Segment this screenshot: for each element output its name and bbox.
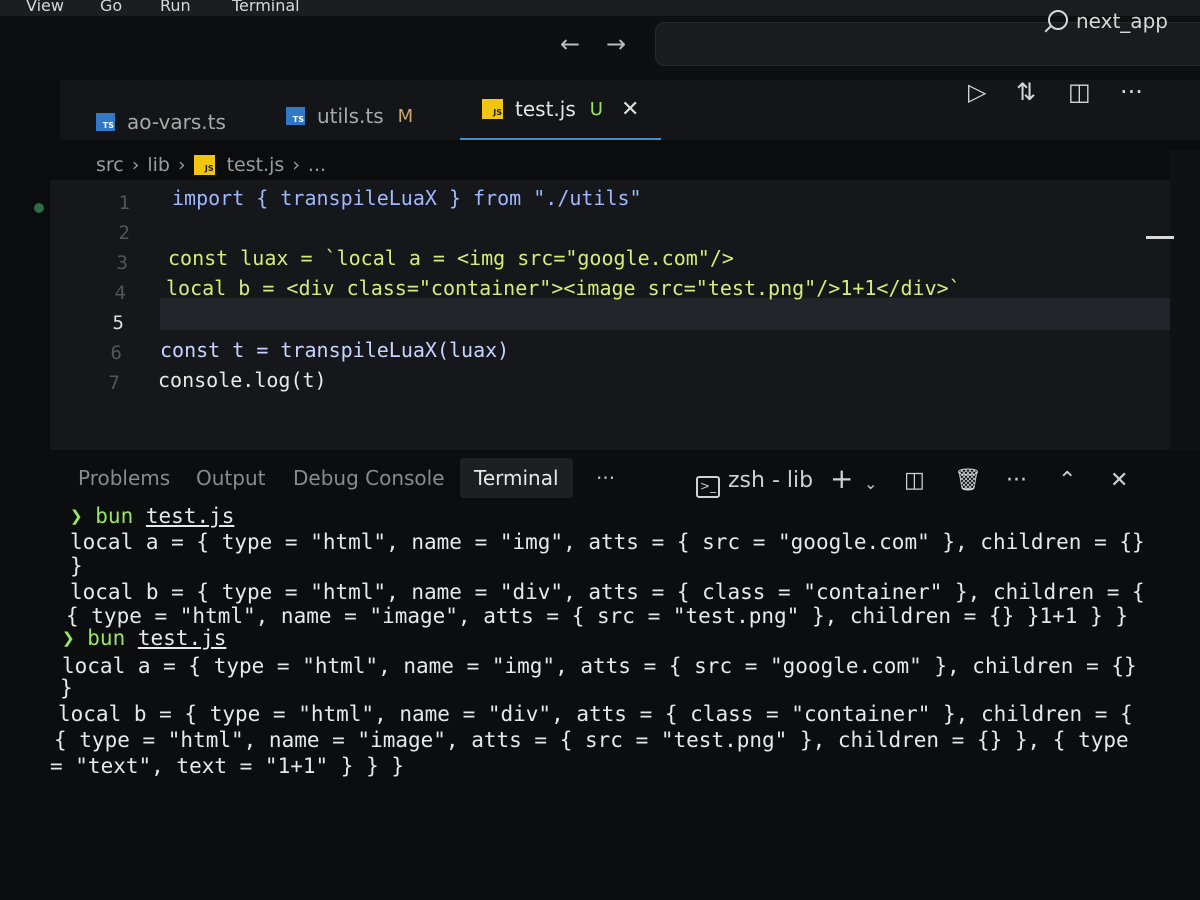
tab-label: utils.ts (317, 104, 384, 128)
line-number: 7 (108, 372, 120, 394)
terminal-name: zsh - lib (728, 468, 814, 493)
chevron-right-icon: › (131, 154, 140, 176)
tab-ao-vars[interactable]: TS ao-vars.ts (96, 92, 226, 152)
split-terminal-icon[interactable]: ◫ (904, 468, 925, 493)
terminal-line: local b = { type = "html", name = "div",… (58, 702, 1133, 726)
terminal-line: ❯ bun test.js (70, 504, 235, 528)
tab-label: test.js (515, 97, 576, 121)
tab-test-js[interactable]: JS test.js U ✕ (460, 80, 662, 140)
terminal-line: local b = { type = "html", name = "div",… (70, 580, 1145, 604)
terminal-line: local a = { type = "html", name = "img",… (62, 654, 1137, 678)
terminal-line: } (70, 554, 83, 578)
breadcrumb: src › lib › JS test.js › ... (96, 154, 326, 176)
terminal-line: { type = "html", name = "image", atts = … (54, 728, 1129, 752)
tab-output[interactable]: Output (196, 466, 265, 490)
breadcrumb-file[interactable]: test.js (227, 154, 285, 176)
command-center[interactable]: next_app (1048, 8, 1168, 33)
javascript-file-icon: JS (193, 155, 215, 175)
menu-bar: View Go Run Terminal (0, 0, 1200, 16)
more-actions-icon[interactable]: ··· (1120, 78, 1143, 106)
code-line-4: local b = <div class="container"><image … (166, 276, 961, 300)
tab-label: ao-vars.ts (127, 110, 226, 134)
terminal-line: { type = "html", name = "image", atts = … (66, 604, 1129, 628)
tab-problems[interactable]: Problems (78, 466, 170, 490)
panel-more-icon[interactable]: ··· (596, 466, 615, 490)
tab-utils[interactable]: TS utils.ts M (286, 86, 413, 146)
code-line-7: console.log(t) (158, 368, 327, 392)
line-number: 4 (114, 282, 126, 304)
typescript-file-icon: TS (96, 113, 115, 131)
line-number: 5 (112, 312, 124, 334)
back-arrow-icon[interactable]: ← (560, 30, 580, 58)
line-number: 3 (116, 252, 128, 274)
breadcrumb-src[interactable]: src (96, 154, 124, 176)
split-editor-icon[interactable]: ◫ (1068, 78, 1091, 106)
minimap-marker (1146, 236, 1174, 239)
typescript-file-icon: TS (286, 107, 305, 125)
trash-icon[interactable]: 🗑 (954, 468, 982, 493)
app-name: next_app (1076, 9, 1168, 33)
untracked-badge: U (589, 98, 603, 120)
tab-terminal[interactable]: Terminal (460, 458, 573, 498)
breadcrumb-lib[interactable]: lib (147, 154, 170, 176)
terminal-line: local a = { type = "html", name = "img",… (70, 530, 1145, 554)
menu-run[interactable]: Run (160, 0, 191, 15)
new-terminal-icon[interactable]: + (830, 462, 853, 495)
menu-terminal[interactable]: Terminal (232, 0, 300, 15)
line-number: 1 (118, 192, 130, 214)
terminal-line: ❯ bun test.js (62, 626, 227, 650)
chevron-right-icon: › (292, 154, 300, 176)
menu-go[interactable]: Go (100, 0, 122, 15)
terminal-line: = "text", text = "1+1" } } } (50, 754, 405, 778)
current-line-highlight (160, 298, 1170, 330)
chevron-right-icon: › (177, 154, 186, 176)
chevron-down-icon[interactable]: ⌄ (864, 474, 877, 493)
code-line-3: const luax = `local a = <img src="google… (168, 246, 734, 270)
forward-arrow-icon[interactable]: → (606, 30, 626, 58)
modified-badge: M (397, 105, 414, 127)
close-panel-icon[interactable]: ✕ (1110, 468, 1128, 493)
gutter-indicator (34, 203, 44, 213)
tab-debug-console[interactable]: Debug Console (293, 466, 445, 490)
editor-scrollbar[interactable] (1170, 150, 1200, 450)
code-line-6: const t = transpileLuaX(luax) (160, 338, 510, 362)
run-icon[interactable]: ▷ (968, 78, 986, 106)
maximize-panel-icon[interactable]: ⌃ (1058, 468, 1076, 493)
breadcrumb-more[interactable]: ... (308, 154, 326, 176)
terminal-icon: >_ (696, 476, 720, 498)
terminal-line: } (60, 676, 73, 700)
close-icon[interactable]: ✕ (621, 97, 639, 122)
more-actions-icon[interactable]: ··· (1006, 468, 1027, 493)
line-number: 6 (110, 342, 122, 364)
javascript-file-icon: JS (482, 99, 503, 119)
code-line-1: import { transpileLuaX } from "./utils" (172, 186, 642, 210)
line-number: 2 (118, 222, 130, 244)
terminal-selector[interactable]: >_ zsh - lib (696, 468, 813, 498)
search-icon (1048, 10, 1068, 30)
compare-changes-icon[interactable]: ⇅ (1016, 78, 1036, 106)
menu-view[interactable]: View (26, 0, 64, 15)
